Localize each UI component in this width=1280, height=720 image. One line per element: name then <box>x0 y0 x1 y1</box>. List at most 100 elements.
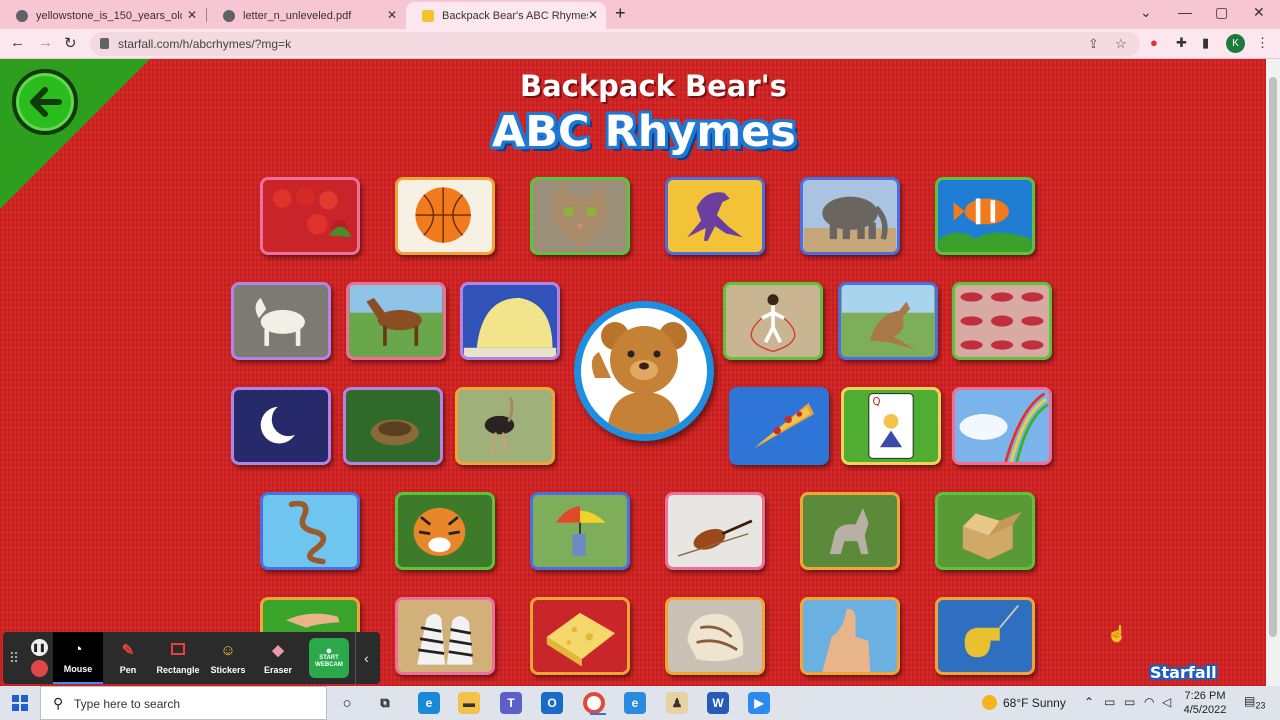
card-lips[interactable] <box>952 282 1052 360</box>
card-box[interactable] <box>935 492 1035 570</box>
notification-center[interactable]: ▤23 <box>1244 694 1265 710</box>
svg-text:Q: Q <box>873 397 881 408</box>
wifi-icon[interactable]: ◠ <box>1144 695 1154 709</box>
card-pizza[interactable] <box>729 387 829 465</box>
tab-abc-rhymes[interactable]: Backpack Bear's ABC Rhymes! ✕ <box>406 2 606 29</box>
system-clock[interactable]: 7:26 PM 4/5/2022 <box>1180 689 1230 717</box>
stop-button[interactable] <box>30 660 48 677</box>
device-icon[interactable]: ▭ <box>1104 695 1115 709</box>
thumbs-up-icon <box>822 608 871 672</box>
card-zebra[interactable] <box>395 597 495 675</box>
minimize-button[interactable]: — <box>1178 4 1192 20</box>
internet-explorer-icon[interactable]: e <box>624 692 646 714</box>
tray-chevron-icon[interactable]: ⌃ <box>1084 695 1094 709</box>
weather-widget[interactable]: 68°F Sunny <box>982 695 1066 710</box>
rectangle-icon <box>171 642 185 660</box>
card-dinosaur[interactable] <box>665 177 765 255</box>
backpack-bear-button[interactable] <box>574 301 714 441</box>
card-violin[interactable] <box>665 492 765 570</box>
card-moon[interactable] <box>231 387 331 465</box>
drag-handle-icon[interactable]: ⠿ <box>3 632 25 684</box>
tool-pen[interactable]: ✎ Pen <box>103 632 153 684</box>
card-shell[interactable] <box>665 597 765 675</box>
tool-mouse[interactable]: ◔ Mouse <box>53 632 103 684</box>
igloo-icon <box>463 297 557 357</box>
card-jump-rope[interactable] <box>723 282 823 360</box>
card-cat[interactable] <box>530 177 630 255</box>
cat-icon <box>552 181 608 249</box>
card-umbrella[interactable] <box>530 492 630 570</box>
battery-icon[interactable]: ▭ <box>1124 695 1135 709</box>
close-tab-icon[interactable]: ✕ <box>588 8 598 22</box>
scrollbar-thumb[interactable] <box>1269 77 1277 637</box>
card-igloo[interactable] <box>460 282 560 360</box>
forward-arrow-icon[interactable]: → <box>38 34 53 51</box>
globe-icon <box>16 9 28 22</box>
starfall-logo[interactable]: Starfall <box>1150 663 1217 682</box>
chrome-icon[interactable] <box>583 692 606 715</box>
tool-eraser[interactable]: ◆ Eraser <box>253 632 303 684</box>
pause-button[interactable]: ❚❚ <box>30 639 48 656</box>
maximize-button[interactable]: ▢ <box>1215 4 1228 21</box>
address-bar[interactable]: starfall.com/h/abcrhymes/?mg=k ⇪ ☆ <box>90 32 1140 56</box>
mouse-icon: ◔ <box>73 640 83 658</box>
card-cheese[interactable] <box>530 597 630 675</box>
app-icon[interactable]: ♟ <box>666 692 688 714</box>
extensions-puzzle-icon[interactable]: ✚ <box>1176 35 1187 51</box>
close-tab-icon[interactable]: ✕ <box>387 8 397 22</box>
tool-stickers[interactable]: ☺ Stickers <box>203 632 253 684</box>
url-text[interactable]: starfall.com/h/abcrhymes/?mg=k <box>118 37 291 51</box>
card-snake[interactable] <box>260 492 360 570</box>
volume-icon[interactable]: ◁ <box>1162 695 1171 709</box>
card-fish[interactable] <box>935 177 1035 255</box>
cortana-icon[interactable]: ○ <box>336 692 358 714</box>
profile-avatar[interactable]: K <box>1226 34 1245 53</box>
card-rainbow[interactable] <box>952 387 1052 465</box>
tab-yellowstone[interactable]: yellowstone_is_150_years_old_sin ✕ <box>0 2 205 29</box>
close-tab-icon[interactable]: ✕ <box>187 8 197 22</box>
start-webcam-button[interactable]: ● START WEBCAM <box>309 638 349 678</box>
card-thumb[interactable] <box>800 597 900 675</box>
card-goat[interactable] <box>231 282 331 360</box>
windows-start-icon[interactable] <box>12 695 28 711</box>
file-explorer-icon[interactable]: ▬ <box>458 692 480 714</box>
share-icon[interactable]: ⇪ <box>1088 36 1099 52</box>
task-view-icon[interactable]: ⧉ <box>374 692 396 714</box>
new-tab-button[interactable]: + <box>615 3 626 24</box>
windows-taskbar: ⚲ Type here to search ○ ⧉ e ▬ T O e ♟ W … <box>0 686 1280 720</box>
card-kangaroo[interactable] <box>838 282 938 360</box>
nest-icon <box>370 419 419 446</box>
outlook-icon[interactable]: O <box>541 692 563 714</box>
card-tiger[interactable] <box>395 492 495 570</box>
card-apples[interactable] <box>260 177 360 255</box>
elephant-icon <box>803 196 897 252</box>
tab-letter-n[interactable]: letter_n_unleveled.pdf ✕ <box>207 2 405 29</box>
card-elephant[interactable] <box>800 177 900 255</box>
tab-search-icon[interactable]: ⌄ <box>1140 4 1152 21</box>
page-scrollbar[interactable] <box>1266 59 1280 686</box>
menu-kebab-icon[interactable]: ⋮ <box>1256 35 1269 51</box>
side-panel-icon[interactable]: ▮ <box>1202 35 1209 51</box>
collapse-toolbar-icon[interactable]: ‹ <box>355 632 377 684</box>
card-wolf[interactable] <box>800 492 900 570</box>
close-window-button[interactable]: ✕ <box>1253 4 1265 21</box>
tool-rectangle[interactable]: Rectangle <box>153 632 203 684</box>
card-queen[interactable]: Q <box>841 387 941 465</box>
word-icon[interactable]: W <box>707 692 729 714</box>
back-arrow-icon[interactable]: ← <box>10 34 25 51</box>
pen-icon: ✎ <box>121 641 135 659</box>
edge-icon[interactable]: e <box>418 692 440 714</box>
card-horse[interactable] <box>346 282 446 360</box>
bookmark-star-icon[interactable]: ☆ <box>1115 36 1127 52</box>
zoom-icon[interactable]: ▶ <box>748 692 770 714</box>
card-whistle[interactable] <box>935 597 1035 675</box>
card-ostrich[interactable] <box>455 387 555 465</box>
back-button[interactable] <box>12 69 78 135</box>
teams-icon[interactable]: T <box>500 692 522 714</box>
reload-icon[interactable]: ↻ <box>64 34 77 52</box>
card-nest[interactable] <box>343 387 443 465</box>
extension-record-icon[interactable]: ● <box>1150 35 1158 50</box>
umbrella-icon <box>556 506 606 556</box>
taskbar-search-box[interactable]: ⚲ Type here to search <box>40 686 327 720</box>
card-ball[interactable] <box>395 177 495 255</box>
